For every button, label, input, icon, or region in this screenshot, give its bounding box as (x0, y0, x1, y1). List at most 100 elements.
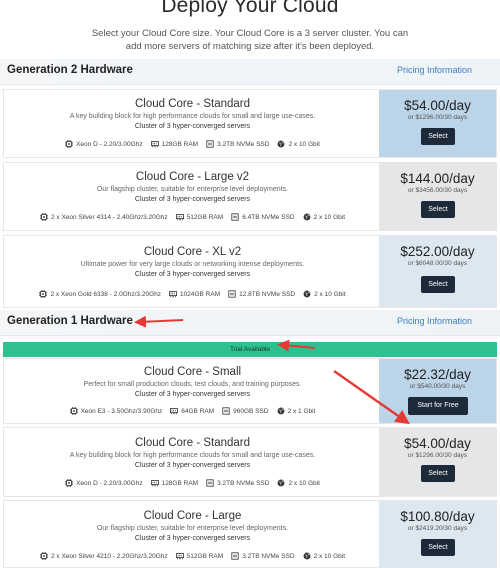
plan-cluster: Cluster of 3 hyper-converged servers (134, 196, 251, 203)
plan-specs: 2 x Xeon Silver 4314 - 2.40Ghz/3.20Ghz 5… (4, 213, 381, 221)
plan-card-cloud-core-large: Cloud Core - Large Our flagship cluster,… (3, 500, 497, 568)
globe-icon (303, 552, 311, 560)
generation-title: Generation 1 Hardware (7, 315, 133, 327)
plan-specs: Xeon D - 2.20/3.00Ghz 128GB RAM 3.2TB NV… (4, 479, 381, 487)
page-subtitle: Select your Cloud Core size. Your Cloud … (91, 28, 409, 52)
ssd-drive-icon (231, 213, 239, 221)
select-button[interactable]: Select (421, 276, 455, 293)
plan-card-cloud-core-standard-gen1: Cloud Core - Standard A key building blo… (3, 427, 497, 497)
plan-price: $144.00/day (400, 171, 475, 186)
globe-icon (303, 213, 311, 221)
spec-ram: 512GB RAM (186, 552, 224, 560)
spec-network: 2 x 10 Gbit (313, 213, 346, 221)
plan-price: $54.00/day (404, 98, 471, 113)
plan-specs: Xeon D - 2.20/3.00Ghz 128GB RAM 3.2TB NV… (4, 140, 381, 148)
plan-description: Perfect for small production clouds, tes… (83, 381, 302, 388)
plan-description: A key building block for high performanc… (69, 113, 316, 120)
spec-network: 2 x 10 Gbit (314, 290, 346, 298)
price-panel: $144.00/day or $3456.00/30 days Select (379, 163, 496, 230)
cpu-chip-icon (39, 290, 48, 298)
plan-cluster: Cluster of 3 hyper-converged servers (134, 462, 251, 469)
globe-icon (278, 140, 285, 148)
plan-description: Our flagship cluster, suitable for enter… (96, 186, 289, 193)
spec-ram: 1024GB RAM (180, 290, 221, 298)
spec-storage: 3.2TB NVMe SSD (242, 552, 295, 560)
price-panel: $252.00/day or $6048.00/30 days Select (379, 236, 496, 307)
page-title: Deploy Your Cloud (161, 0, 339, 17)
pricing-information-link[interactable]: Pricing Information (397, 65, 472, 75)
ssd-drive-icon (231, 552, 239, 560)
spec-storage: 960GB SSD (233, 407, 269, 415)
plan-price: $54.00/day (404, 436, 471, 451)
globe-icon (278, 479, 285, 487)
plan-description: A key building block for high performanc… (69, 452, 316, 459)
memory-icon (150, 480, 159, 487)
ssd-drive-icon (206, 479, 214, 487)
select-button[interactable]: Select (421, 539, 455, 556)
spec-cpu: Xeon D - 2.20/3.00Ghz (76, 140, 143, 148)
plan-card-cloud-core-small: Cloud Core - Small Perfect for small pro… (3, 358, 497, 424)
cpu-chip-icon (65, 140, 74, 148)
spec-cpu: 2 x Xeon Silver 4210 - 2.20Ghz/3.20Ghz (50, 552, 168, 560)
cpu-chip-icon (65, 479, 74, 487)
plan-name: Cloud Core - Large v2 (135, 171, 250, 183)
plan-price-monthly: or $1296.00/30 days (407, 452, 468, 459)
plan-price-monthly: or $3456.00/30 days (407, 187, 468, 194)
spec-cpu: Xeon D - 2.20/3.00Ghz (76, 479, 143, 487)
spec-cpu: Xeon E3 - 3.50Ghz/3.90Ghz (80, 407, 163, 415)
plan-name: Cloud Core - XL v2 (143, 246, 242, 258)
deploy-page: Deploy Your Cloud Select your Cloud Core… (0, 0, 500, 568)
spec-network: 2 x 1 Gbit (287, 407, 316, 415)
spec-cpu: 2 x Xeon Silver 4314 - 2.40Ghz/3.20Ghz (50, 213, 168, 221)
pricing-information-link[interactable]: Pricing Information (397, 316, 472, 326)
price-panel: $54.00/day or $1296.00/30 days Select (379, 90, 496, 157)
ssd-drive-icon (206, 140, 214, 148)
plan-name: Cloud Core - Standard (134, 437, 251, 449)
globe-icon (277, 407, 285, 415)
select-button[interactable]: Select (421, 465, 455, 482)
memory-icon (150, 141, 159, 148)
ssd-drive-icon (228, 290, 236, 298)
ssd-drive-icon (222, 407, 230, 415)
plan-name: Cloud Core - Small (143, 366, 242, 378)
plan-cluster: Cluster of 3 hyper-converged servers (134, 271, 251, 278)
spec-storage: 6.4TB NVMe SSD (242, 213, 295, 221)
select-button[interactable]: Select (421, 201, 455, 218)
spec-network: 2 x 10 Gbit (288, 479, 320, 487)
cpu-chip-icon (39, 213, 48, 221)
plan-price: $22.32/day (404, 367, 471, 382)
generation-title: Generation 2 Hardware (7, 64, 133, 76)
plan-specs: 2 x Xeon Gold 6338 - 2.0Ghz/3.20Ghz 1024… (4, 290, 381, 298)
plan-card-cloud-core-large-v2: Cloud Core - Large v2 Our flagship clust… (3, 162, 497, 231)
price-panel: $54.00/day or $1296.00/30 days Select (379, 428, 496, 496)
spec-network: 2 x 10 Gbit (288, 140, 320, 148)
price-panel: $100.80/day or $2419.20/30 days Select (379, 501, 496, 567)
memory-icon (170, 408, 179, 415)
spec-ram: 128GB RAM (161, 479, 199, 487)
generation-2-header: Generation 2 Hardware Pricing Informatio… (0, 59, 500, 85)
spec-cpu: 2 x Xeon Gold 6338 - 2.0Ghz/3.20Ghz (50, 290, 162, 298)
plan-specs: Xeon E3 - 3.50Ghz/3.90Ghz 64GB RAM 960GB… (4, 407, 381, 415)
spec-storage: 3.2TB NVMe SSD (217, 140, 270, 148)
globe-icon (303, 290, 311, 298)
memory-icon (175, 553, 184, 560)
spec-storage: 3.2TB NVMe SSD (217, 479, 270, 487)
price-panel: $22.32/day or $540.00/30 days Start for … (379, 359, 496, 423)
spec-ram: 64GB RAM (181, 407, 215, 415)
plan-description: Ultimate power for very large clouds or … (80, 261, 305, 268)
memory-icon (169, 291, 178, 298)
start-for-free-button[interactable]: Start for Free (408, 397, 468, 415)
select-button[interactable]: Select (421, 128, 455, 145)
plan-cluster: Cluster of 3 hyper-converged servers (134, 535, 251, 542)
plan-card-cloud-core-xl-v2: Cloud Core - XL v2 Ultimate power for ve… (3, 235, 497, 308)
plan-cluster: Cluster of 3 hyper-converged servers (134, 123, 251, 130)
plan-price: $100.80/day (400, 509, 475, 524)
plan-name: Cloud Core - Standard (134, 98, 251, 110)
generation-1-header: Generation 1 Hardware Pricing Informatio… (0, 310, 500, 336)
plan-name: Cloud Core - Large (143, 510, 242, 522)
plan-price-monthly: or $540.00/30 days (409, 383, 466, 390)
cpu-chip-icon (69, 407, 78, 415)
plan-specs: 2 x Xeon Silver 4210 - 2.20Ghz/3.20Ghz 5… (4, 552, 381, 560)
trial-available-banner: Trial Available (3, 342, 497, 357)
plan-price-monthly: or $6048.00/30 days (407, 260, 468, 267)
